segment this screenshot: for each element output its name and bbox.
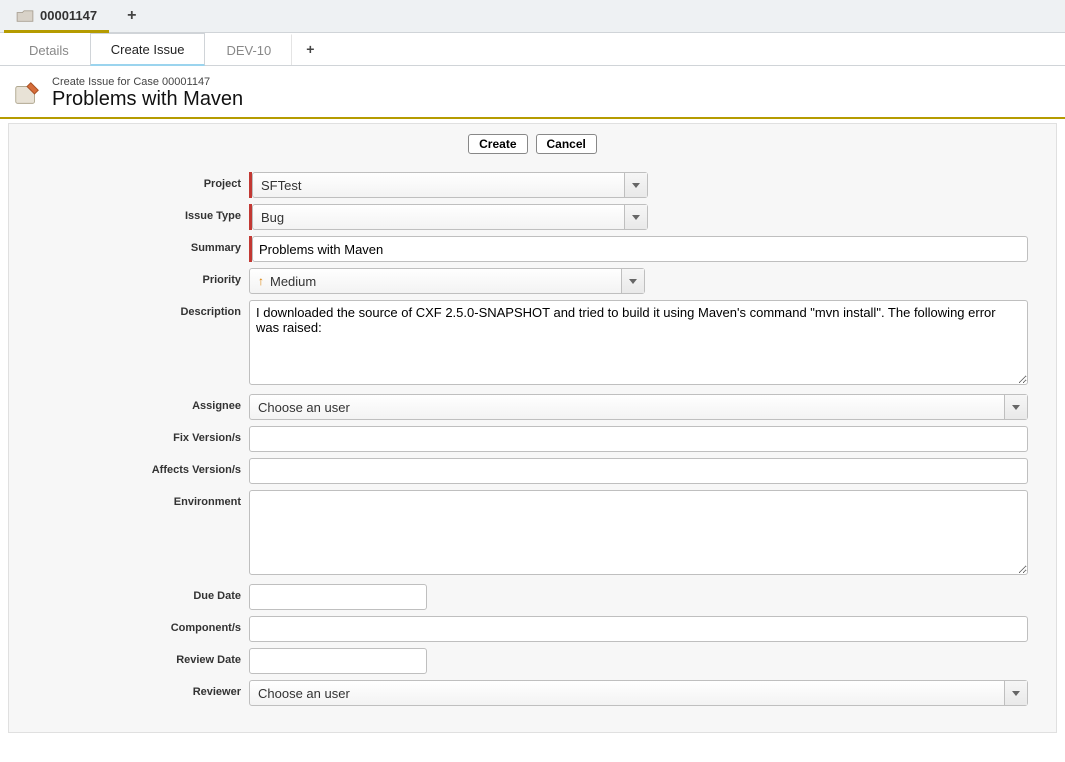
summary-input[interactable] [252, 236, 1028, 262]
action-buttons: Create Cancel [9, 134, 1056, 154]
label-assignee: Assignee [9, 394, 249, 412]
create-button[interactable]: Create [468, 134, 527, 154]
label-description: Description [9, 300, 249, 318]
priority-arrow-icon: ↑ [258, 274, 264, 288]
create-issue-icon [12, 79, 42, 109]
label-issue-type: Issue Type [9, 204, 249, 222]
priority-select[interactable]: ↑ Medium [249, 268, 645, 294]
page-header: Create Issue for Case 00001147 Problems … [0, 66, 1065, 117]
assignee-select[interactable]: Choose an user [249, 394, 1028, 420]
label-fix-versions: Fix Version/s [9, 426, 249, 444]
description-textarea[interactable] [249, 300, 1028, 385]
case-number: 00001147 [40, 8, 97, 23]
label-due-date: Due Date [9, 584, 249, 602]
label-reviewer: Reviewer [9, 680, 249, 698]
issue-type-value: Bug [253, 210, 624, 225]
environment-textarea[interactable] [249, 490, 1028, 575]
tab-dev-10[interactable]: DEV-10 [205, 34, 292, 65]
reviewer-select[interactable]: Choose an user [249, 680, 1028, 706]
required-mark [249, 204, 252, 230]
label-components: Component/s [9, 616, 249, 634]
sub-tab-bar: Details Create Issue DEV-10 + [0, 33, 1065, 66]
affects-versions-input[interactable] [249, 458, 1028, 484]
required-mark [249, 172, 252, 198]
label-summary: Summary [9, 236, 249, 254]
add-top-tab-button[interactable]: + [127, 7, 136, 25]
label-priority: Priority [9, 268, 249, 286]
dropdown-icon [1004, 395, 1027, 419]
label-project: Project [9, 172, 249, 190]
case-tab[interactable]: 00001147 [4, 2, 109, 33]
project-value: SFTest [253, 178, 624, 193]
case-icon [16, 9, 34, 23]
dropdown-icon [624, 173, 647, 197]
page-pretitle: Create Issue for Case 00001147 [52, 76, 243, 88]
dropdown-icon [621, 269, 644, 293]
header-divider [0, 117, 1065, 119]
cancel-button[interactable]: Cancel [536, 134, 597, 154]
page-title: Problems with Maven [52, 88, 243, 111]
reviewer-placeholder: Choose an user [250, 686, 1004, 701]
due-date-input[interactable] [249, 584, 427, 610]
components-input[interactable] [249, 616, 1028, 642]
issue-type-select[interactable]: Bug [252, 204, 648, 230]
review-date-input[interactable] [249, 648, 427, 674]
label-environment: Environment [9, 490, 249, 508]
project-select[interactable]: SFTest [252, 172, 648, 198]
required-mark [249, 236, 252, 262]
assignee-placeholder: Choose an user [250, 400, 1004, 415]
fix-versions-input[interactable] [249, 426, 1028, 452]
form-panel: Create Cancel Project SFTest Issue Type … [8, 123, 1057, 733]
label-affects-versions: Affects Version/s [9, 458, 249, 476]
dropdown-icon [1004, 681, 1027, 705]
dropdown-icon [624, 205, 647, 229]
priority-value: Medium [270, 274, 316, 289]
top-tab-bar: 00001147 + [0, 0, 1065, 33]
label-review-date: Review Date [9, 648, 249, 666]
add-sub-tab-button[interactable]: + [292, 33, 328, 65]
tab-details[interactable]: Details [8, 34, 90, 65]
tab-create-issue[interactable]: Create Issue [90, 33, 206, 66]
